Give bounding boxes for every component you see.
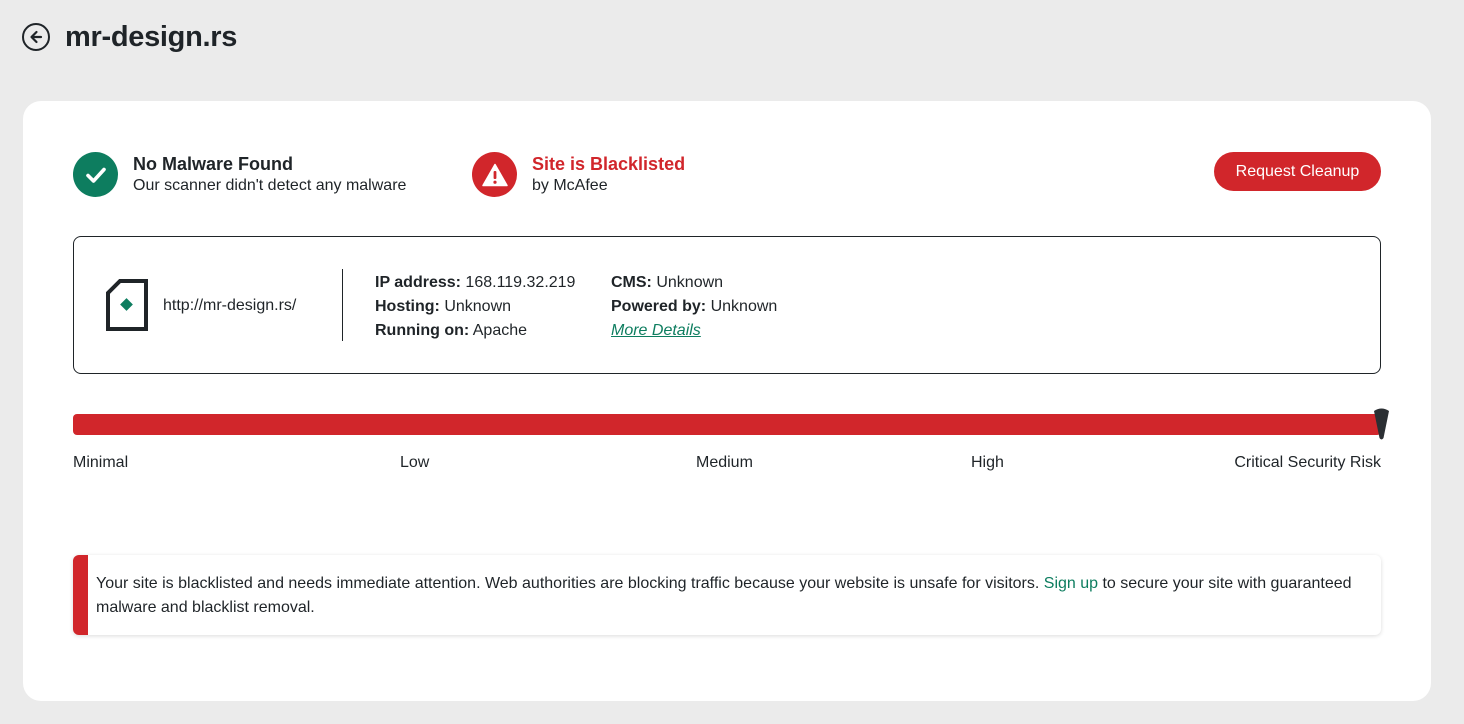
malware-status-subtitle: Our scanner didn't detect any malware (133, 176, 407, 194)
site-url: http://mr-design.rs/ (163, 297, 297, 314)
cms-label: CMS: (611, 274, 652, 291)
hosting-label: Hosting: (375, 298, 440, 315)
warning-icon (472, 152, 517, 197)
running-on-label: Running on: (375, 322, 470, 339)
hosting-row: Hosting: Unknown (375, 295, 575, 319)
risk-label-low: Low (400, 454, 430, 471)
blacklist-status-subtitle: by McAfee (532, 176, 608, 194)
alert-stripe (73, 555, 88, 635)
risk-label-minimal: Minimal (73, 454, 129, 471)
ip-address-row: IP address: 168.119.32.219 (375, 271, 575, 295)
ip-address-label: IP address: (375, 274, 461, 291)
back-arrow-icon (30, 30, 43, 44)
platform-info-column: CMS: Unknown Powered by: Unknown More De… (611, 271, 777, 343)
back-button[interactable] (22, 23, 50, 51)
blacklist-alert: Your site is blacklisted and needs immed… (73, 555, 1381, 635)
site-info-box: http://mr-design.rs/ IP address: 168.119… (73, 236, 1381, 374)
more-details-row: More Details (611, 319, 777, 343)
malware-status-title: No Malware Found (133, 153, 294, 174)
page-header: mr-design.rs (22, 18, 237, 56)
powered-by-label: Powered by: (611, 298, 707, 315)
risk-label-high: High (971, 454, 1004, 471)
malware-status-text: No Malware Found Our scanner didn't dete… (133, 153, 406, 197)
risk-label-medium: Medium (696, 454, 753, 471)
scan-result-card: No Malware Found Our scanner didn't dete… (23, 101, 1431, 701)
blacklist-status-text: Site is Blacklisted by McAfee (532, 153, 685, 197)
sign-up-link[interactable]: Sign up (1044, 575, 1098, 592)
malware-status: No Malware Found Our scanner didn't dete… (73, 152, 406, 197)
blacklist-status: Site is Blacklisted by McAfee (472, 152, 685, 197)
request-cleanup-button[interactable]: Request Cleanup (1214, 152, 1381, 191)
powered-by-row: Powered by: Unknown (611, 295, 777, 319)
alert-text-before: Your site is blacklisted and needs immed… (96, 575, 1044, 592)
info-divider (342, 269, 343, 341)
running-on-row: Running on: Apache (375, 319, 575, 343)
server-info-column: IP address: 168.119.32.219 Hosting: Unkn… (375, 271, 575, 343)
risk-level-labels: Minimal Low Medium High Critical Securit… (73, 454, 1381, 476)
powered-by-value: Unknown (710, 298, 778, 315)
site-document-icon (106, 279, 148, 331)
more-details-link[interactable]: More Details (611, 322, 701, 339)
alert-message: Your site is blacklisted and needs immed… (96, 572, 1356, 620)
cms-value: Unknown (656, 274, 724, 291)
hosting-value: Unknown (444, 298, 512, 315)
page-title: mr-design.rs (65, 20, 238, 53)
cms-row: CMS: Unknown (611, 271, 777, 295)
risk-label-critical: Critical Security Risk (1234, 454, 1381, 471)
risk-marker-icon (1374, 408, 1389, 440)
blacklist-status-title: Site is Blacklisted (532, 153, 686, 174)
risk-level-bar (73, 414, 1381, 435)
running-on-value: Apache (472, 322, 528, 339)
ip-address-value: 168.119.32.219 (465, 274, 576, 291)
checkmark-icon (73, 152, 118, 197)
